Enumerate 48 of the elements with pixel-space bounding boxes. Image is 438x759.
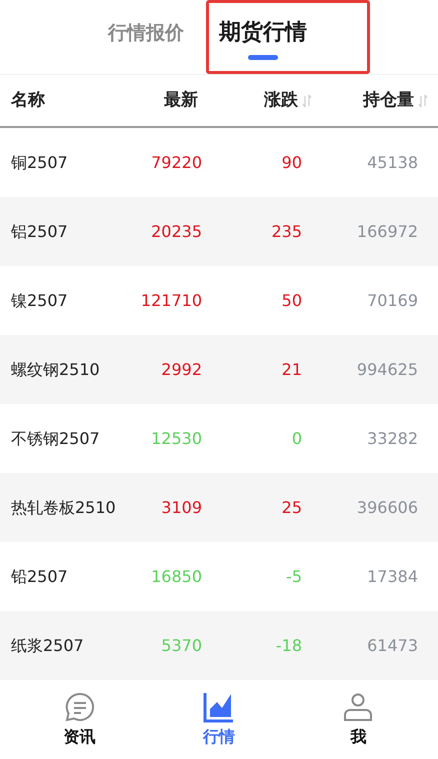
nav-item[interactable]: 我 [318, 690, 398, 748]
price-cell-text: 3109 [161, 496, 202, 518]
person-icon[interactable] [342, 690, 374, 722]
change-cell-text: 25 [282, 496, 302, 518]
chat-icon[interactable] [64, 690, 96, 722]
column-header[interactable]: 持仓量 [363, 88, 414, 114]
column-header: 最新 [164, 88, 198, 112]
table-row[interactable]: 铝2507 20235 235 166972 [0, 197, 438, 266]
change-cell-text: 21 [282, 358, 302, 380]
open-interest-cell-text: 396606 [356, 496, 418, 518]
change-cell-text: 0 [292, 428, 302, 450]
change-cell-text: 50 [282, 290, 302, 312]
name-cell-text: 纸浆2507 [11, 634, 84, 656]
table-row[interactable]: 纸浆2507 5370 -18 61473 [0, 611, 438, 680]
name-cell-text: 铝2507 [11, 220, 68, 242]
open-interest-cell-text: 17384 [367, 566, 418, 588]
column-header[interactable]: 涨跌 [264, 88, 298, 114]
chart-icon[interactable] [202, 690, 235, 722]
change-cell-text: 235 [271, 220, 302, 242]
change-cell-text: -18 [276, 634, 302, 656]
column-header: 名称 [11, 88, 45, 112]
open-interest-cell-text: 70169 [367, 290, 418, 312]
name-cell-text: 铜2507 [11, 152, 68, 174]
table-row[interactable]: 热轧卷板2510 3109 25 396606 [0, 473, 438, 542]
name-cell-text: 热轧卷板2510 [11, 496, 116, 518]
price-cell-text: 16850 [151, 566, 202, 588]
open-interest-cell-text: 45138 [367, 152, 418, 174]
price-cell-text: 5370 [161, 634, 202, 656]
open-interest-cell-text: 33282 [367, 428, 418, 450]
name-cell-text: 铅2507 [11, 566, 68, 588]
price-cell-text: 2992 [161, 358, 202, 380]
open-interest-cell-text: 994625 [356, 358, 418, 380]
price-cell-text: 12530 [151, 428, 202, 450]
price-cell-text: 79220 [151, 152, 202, 174]
open-interest-cell-text: 166972 [356, 220, 418, 242]
tab-indicator [248, 55, 278, 60]
name-cell-text: 不锈钢2507 [11, 428, 100, 450]
nav-item[interactable]: 行情 [178, 690, 259, 748]
nav-item[interactable]: 资讯 [40, 690, 120, 748]
name-cell-text: 螺纹钢2510 [11, 358, 100, 380]
name-cell-text: 镍2507 [11, 290, 68, 312]
tab[interactable]: 期货行情 [219, 14, 307, 49]
open-interest-cell-text: 61473 [367, 634, 418, 656]
change-cell-text: -5 [286, 566, 302, 588]
change-cell-text: 90 [282, 152, 302, 174]
table-row[interactable]: 螺纹钢2510 2992 21 994625 [0, 335, 438, 404]
price-cell-text: 121710 [140, 290, 202, 312]
price-cell-text: 20235 [151, 220, 202, 242]
